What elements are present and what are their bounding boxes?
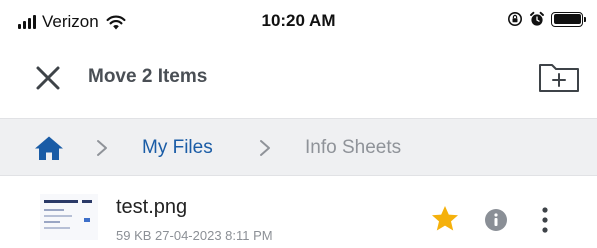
breadcrumb-item-info-sheets: Info Sheets bbox=[305, 137, 402, 158]
chevron-right-icon bbox=[97, 140, 107, 156]
more-options-button[interactable] bbox=[538, 206, 552, 234]
home-icon bbox=[35, 136, 63, 160]
more-vertical-icon bbox=[542, 207, 548, 233]
file-size: 59 KB bbox=[116, 228, 152, 243]
breadcrumb-item-my-files[interactable]: My Files bbox=[142, 137, 213, 159]
battery-icon bbox=[551, 11, 586, 27]
file-thumbnail bbox=[40, 194, 98, 240]
new-folder-button[interactable] bbox=[537, 58, 581, 94]
favorite-button[interactable] bbox=[430, 204, 460, 234]
status-right bbox=[507, 11, 586, 27]
info-button[interactable] bbox=[484, 208, 508, 232]
list-item[interactable]: test.png 59 KB 27-04-2023 8:11 PM bbox=[0, 186, 597, 248]
alarm-icon bbox=[530, 11, 544, 26]
chevron-right-icon bbox=[260, 140, 270, 156]
breadcrumb: My Files Info Sheets bbox=[0, 118, 597, 176]
new-folder-icon bbox=[539, 64, 579, 92]
orientation-lock-icon bbox=[508, 12, 522, 26]
page-title: Move 2 Items bbox=[88, 66, 208, 87]
file-meta: 59 KB 27-04-2023 8:11 PM bbox=[116, 228, 273, 243]
close-icon bbox=[36, 66, 60, 90]
file-date: 27-04-2023 8:11 PM bbox=[155, 228, 273, 243]
close-button[interactable] bbox=[34, 64, 62, 92]
info-icon bbox=[485, 209, 507, 231]
file-name: test.png bbox=[116, 196, 188, 218]
breadcrumb-home-button[interactable] bbox=[34, 135, 64, 161]
nav-bar: Move 2 Items bbox=[0, 50, 597, 106]
star-icon bbox=[432, 206, 458, 231]
status-bar: Verizon 10:20 AM bbox=[0, 0, 597, 44]
